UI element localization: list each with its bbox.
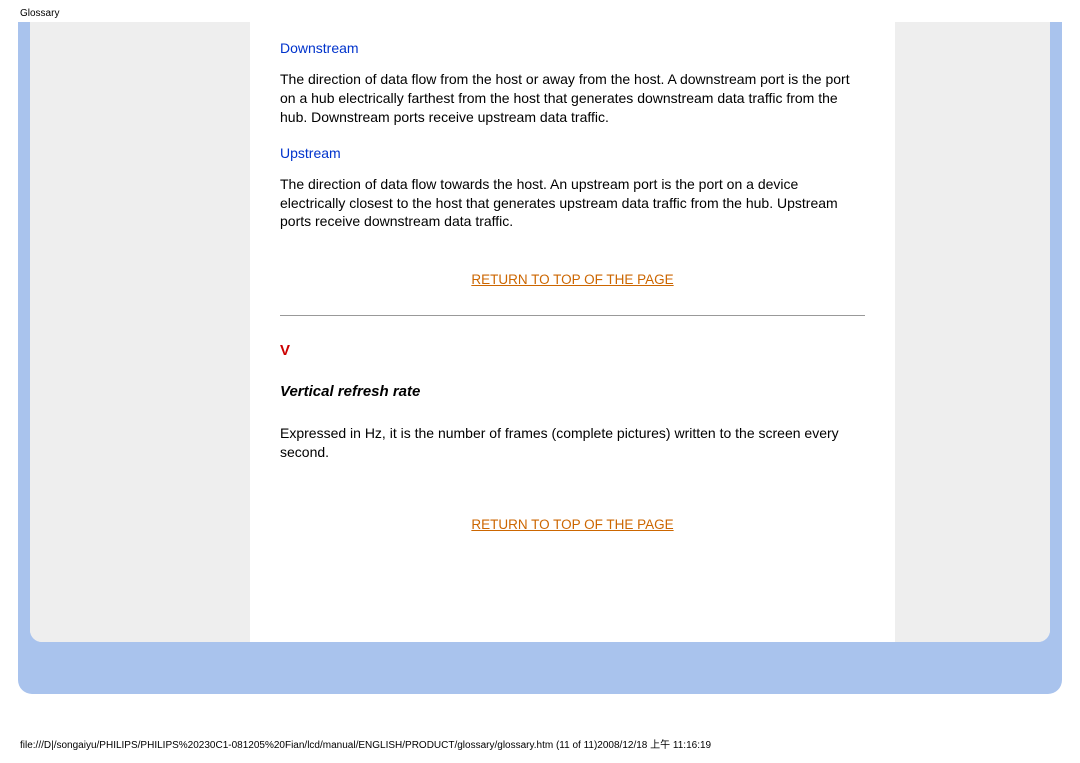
term-downstream-body: The direction of data flow from the host… [280,70,865,127]
return-to-top-anchor[interactable]: RETURN TO TOP OF THE PAGE [471,272,673,287]
main-content: Downstream The direction of data flow fr… [250,22,895,642]
return-to-top-link-1: RETURN TO TOP OF THE PAGE [280,271,865,289]
left-sidebar [30,22,250,642]
term-vertical-refresh-body: Expressed in Hz, it is the number of fra… [280,424,865,462]
content-panel: Downstream The direction of data flow fr… [30,22,1050,642]
footer-file-path: file:///D|/songaiyu/PHILIPS/PHILIPS%2023… [20,736,711,751]
return-to-top-anchor[interactable]: RETURN TO TOP OF THE PAGE [471,517,673,532]
term-upstream-body: The direction of data flow towards the h… [280,175,865,232]
right-margin [895,22,1050,642]
section-divider [280,315,865,316]
term-downstream-title: Downstream [280,40,865,56]
section-letter-v: V [280,342,865,359]
outer-frame: Downstream The direction of data flow fr… [18,22,1062,694]
return-to-top-link-2: RETURN TO TOP OF THE PAGE [280,516,865,534]
page-header-label: Glossary [20,8,59,19]
term-upstream-title: Upstream [280,145,865,161]
term-vertical-refresh-title: Vertical refresh rate [280,383,865,400]
